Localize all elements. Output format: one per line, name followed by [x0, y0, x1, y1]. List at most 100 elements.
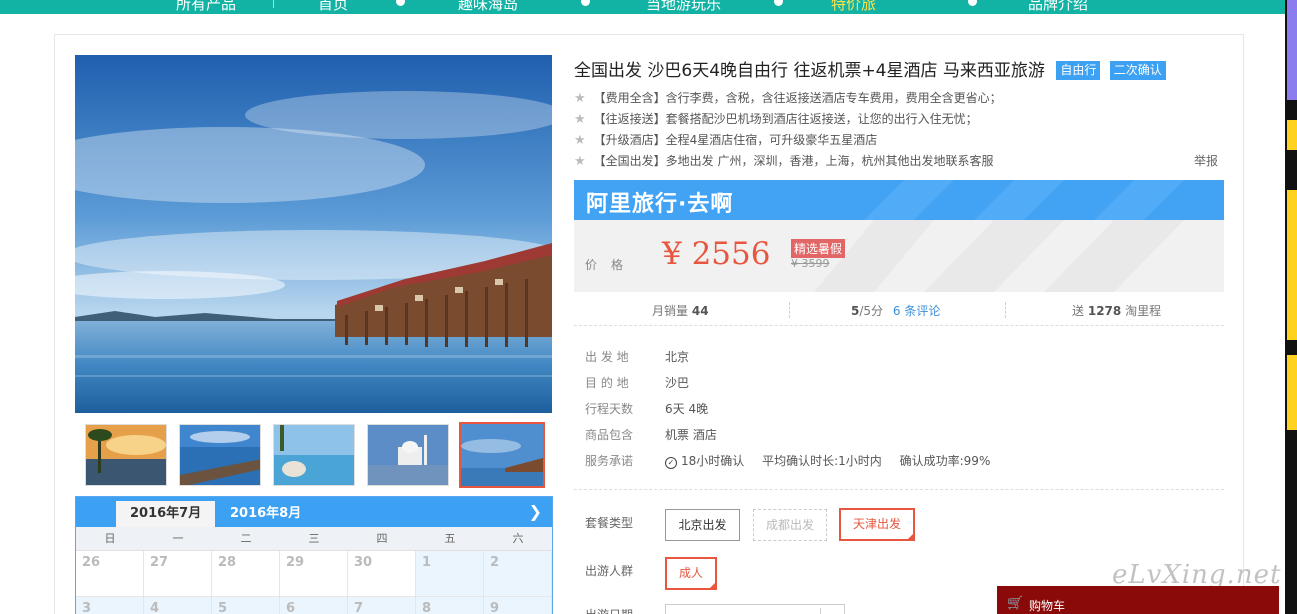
- calendar-day[interactable]: 6: [280, 597, 348, 614]
- weekday-label: 五: [444, 532, 456, 545]
- calendar-row: 3 4 5 6 7 8 9: [76, 597, 552, 614]
- nav-item-islands[interactable]: 趣味海岛: [458, 0, 518, 14]
- info-value: 沙巴: [665, 376, 690, 390]
- star-icon: ★: [574, 154, 586, 169]
- side-toolbar-block[interactable]: [1287, 0, 1297, 100]
- tag-second-confirmation: 二次确认: [1109, 61, 1166, 80]
- feature-item: ★ 【升级酒店】全程4星酒店住宿，可升级豪华五星酒店: [574, 131, 877, 148]
- package-type-label: 套餐类型: [585, 516, 634, 530]
- calendar-day[interactable]: 7: [348, 597, 416, 614]
- thumbnail-4[interactable]: [367, 424, 449, 486]
- weekday-label: 一: [172, 532, 184, 545]
- monthly-sales-value: 44: [691, 304, 709, 318]
- package-option-tianjin-selected[interactable]: 天津出发: [839, 508, 915, 541]
- reviews-link[interactable]: 6 条评论: [893, 304, 940, 318]
- service-item: 18小时确认: [681, 454, 745, 468]
- nav-item-local[interactable]: 当地游玩乐: [646, 0, 721, 14]
- calendar-tab-july[interactable]: 2016年7月: [116, 501, 216, 527]
- brand-bar: 阿里旅行·去啊: [574, 180, 1224, 220]
- calendar-day[interactable]: 27: [144, 551, 212, 597]
- product-title: 全国出发 沙巴6天4晚自由行 往返机票+4星酒店 马来西亚旅游: [574, 61, 1045, 81]
- package-option-beijing[interactable]: 北京出发: [665, 509, 740, 541]
- departure-calendar: 2016年7月 2016年8月 ❯ 日 一 二 三 四 五 六 26 27 28…: [75, 496, 553, 614]
- package-option-chengdu[interactable]: 成都出发: [753, 509, 827, 541]
- weekday-label: 日: [104, 532, 116, 545]
- nav-item-all-products[interactable]: 所有产品: [176, 0, 236, 14]
- thumbnail-5-selected[interactable]: [459, 422, 545, 488]
- info-key: 商品包含: [585, 428, 634, 442]
- cart-icon: 🛒: [1007, 596, 1024, 611]
- calendar-day[interactable]: 1: [416, 551, 484, 597]
- current-price: ¥ 2556: [662, 236, 771, 272]
- stats-separator: [789, 302, 790, 318]
- info-key: 服务承诺: [585, 454, 634, 468]
- info-key: 出 发 地: [585, 350, 629, 364]
- main-product-image: [75, 55, 552, 413]
- thumbnail-3[interactable]: [273, 424, 355, 486]
- calendar-day[interactable]: 30: [348, 551, 416, 597]
- calendar-day[interactable]: 26: [76, 551, 144, 597]
- thumbnail-2[interactable]: [179, 424, 261, 486]
- calendar-weekdays: 日 一 二 三 四 五 六: [76, 527, 552, 551]
- feature-item: ★ 【全国出发】多地出发 广州，深圳，香港，上海，杭州其他出发地联系客服: [574, 152, 993, 169]
- calendar-day[interactable]: 28: [212, 551, 280, 597]
- brand-logo-text: 阿里旅行·去啊: [586, 192, 734, 217]
- service-items: ✓ 18小时确认 平均确认时长:1小时内 确认成功率:99%: [665, 452, 990, 469]
- thumbnail-strip: [75, 418, 552, 490]
- calendar-header: 2016年7月 2016年8月 ❯: [76, 497, 552, 527]
- mileage: 送 1278 淘里程: [1072, 302, 1161, 319]
- side-toolbar-block[interactable]: [1287, 355, 1297, 430]
- info-value: 北京: [665, 350, 690, 364]
- thumbnail-1[interactable]: [85, 424, 167, 486]
- promo-badge: 精选暑假: [791, 239, 846, 258]
- nav-dot-icon: [581, 0, 590, 6]
- cart-bar[interactable]: 🛒 购物车: [997, 586, 1279, 614]
- check-circle-icon: ✓: [665, 457, 677, 469]
- calendar-day[interactable]: 5: [212, 597, 280, 614]
- rating-suffix: /5分: [859, 304, 884, 318]
- side-toolbar: [1285, 0, 1297, 614]
- nav-dot-icon: [396, 0, 405, 6]
- info-key: 目 的 地: [585, 376, 629, 390]
- top-nav: 所有产品 首页 趣味海岛 当地游玩乐 特价旅 品牌介绍: [0, 0, 1285, 14]
- date-dropdown-icon[interactable]: [820, 608, 842, 614]
- info-value: 6天 4晚: [665, 402, 709, 416]
- mileage-prefix: 送: [1072, 304, 1085, 318]
- price-label: 价格: [585, 258, 638, 272]
- feature-text: 【费用全含】含行李费，含税，含往返接送酒店专车费用，费用全含更省心；: [593, 91, 1002, 105]
- cart-label: 购物车: [1029, 599, 1066, 613]
- service-item: 平均确认时长:1小时内: [762, 454, 882, 468]
- calendar-day[interactable]: 8: [416, 597, 484, 614]
- calendar-row: 26 27 28 29 30 1 2: [76, 551, 552, 597]
- star-icon: ★: [574, 91, 586, 106]
- travel-date-label: 出游日期: [585, 606, 633, 614]
- nav-dot-icon: [774, 0, 783, 6]
- star-icon: ★: [574, 133, 586, 148]
- calendar-day[interactable]: 4: [144, 597, 212, 614]
- original-price: ¥ 3599: [791, 257, 830, 270]
- calendar-day[interactable]: 29: [280, 551, 348, 597]
- feature-text: 【全国出发】多地出发 广州，深圳，香港，上海，杭州其他出发地联系客服: [593, 154, 994, 168]
- nav-item-home[interactable]: 首页: [318, 0, 348, 14]
- calendar-tab-august[interactable]: 2016年8月: [216, 501, 315, 527]
- calendar-day[interactable]: 3: [76, 597, 144, 614]
- side-toolbar-block[interactable]: [1287, 120, 1297, 150]
- info-key: 行程天数: [585, 402, 634, 416]
- side-toolbar-block[interactable]: [1287, 190, 1297, 340]
- tag-independent-travel: 自由行: [1056, 61, 1101, 80]
- monthly-sales: 月销量 44: [652, 302, 709, 319]
- calendar-day[interactable]: 2: [484, 551, 552, 597]
- nav-item-brand[interactable]: 品牌介绍: [1028, 0, 1088, 14]
- nav-dot-icon: [968, 0, 977, 6]
- stats-row: 月销量 44 5/5分 6 条评论 送 1278 淘里程: [574, 298, 1224, 326]
- report-link[interactable]: 举报: [1194, 152, 1218, 169]
- weekday-label: 六: [512, 532, 524, 545]
- feature-item: ★ 【往返接送】套餐搭配沙巴机场到酒店往返接送，让您的出行入住无忧；: [574, 110, 978, 127]
- traveler-option-adult-selected[interactable]: 成人: [665, 557, 717, 590]
- service-item: 确认成功率:99%: [899, 454, 991, 468]
- travel-date-select[interactable]: [665, 604, 845, 614]
- calendar-next-icon[interactable]: ❯: [529, 502, 542, 521]
- price-box: 阿里旅行·去啊 价格 ¥ 2556 精选暑假 ¥ 3599: [574, 180, 1224, 292]
- calendar-day[interactable]: 9: [484, 597, 552, 614]
- nav-item-deals[interactable]: 特价旅: [831, 0, 876, 14]
